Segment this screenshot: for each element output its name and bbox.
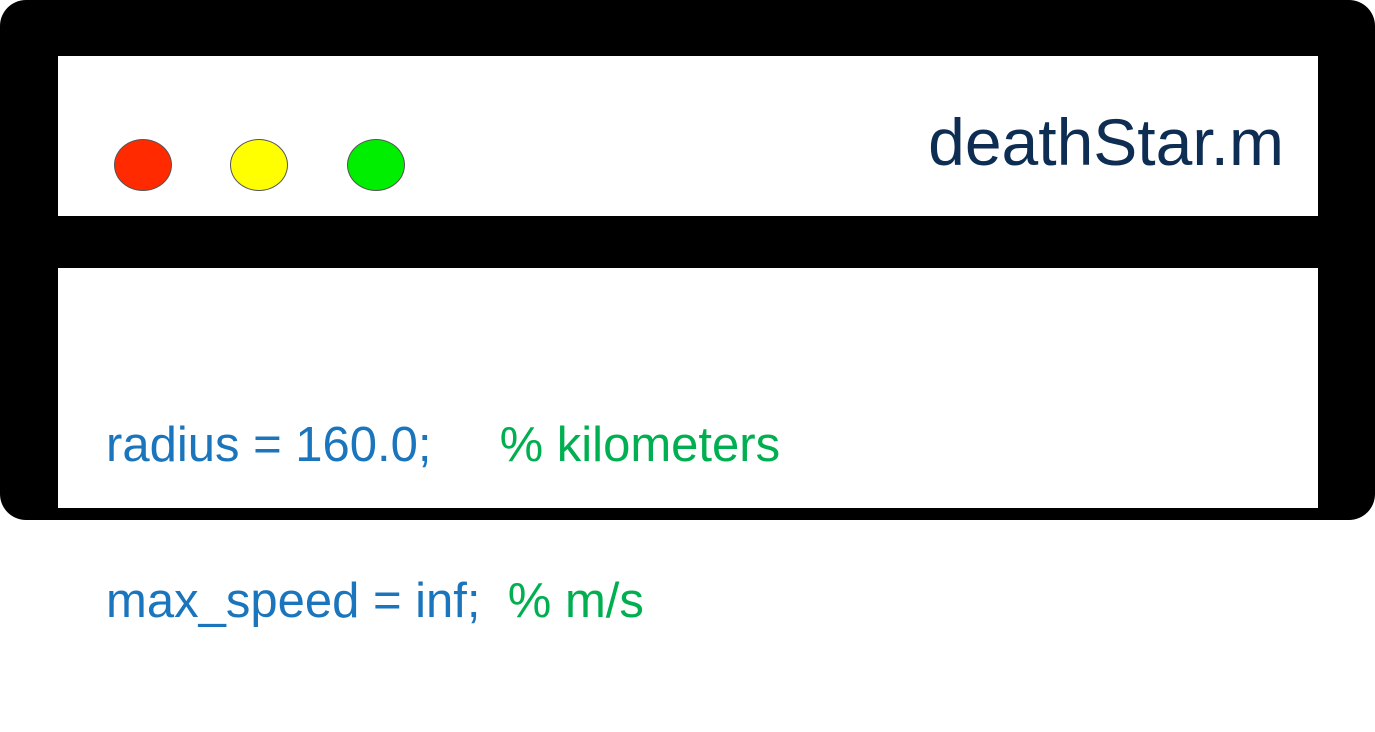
editor-window: deathStar.m radius = 160.0; % kilometers… [0,0,1375,627]
title-bar: deathStar.m [58,56,1318,216]
code-line: max_speed = inf; % m/s [106,575,780,627]
code-area[interactable]: radius = 160.0; % kilometers max_speed =… [106,315,780,731]
code-comment: % kilometers [499,418,781,472]
code-statement: max_speed = inf; [106,574,508,628]
close-button[interactable] [114,139,172,191]
window-title: deathStar.m [928,105,1284,179]
code-editor[interactable]: radius = 160.0; % kilometers max_speed =… [58,268,1318,627]
zoom-button[interactable] [347,139,405,191]
code-comment: % m/s [507,574,644,628]
code-line: radius = 160.0; % kilometers [106,419,780,471]
minimize-button[interactable] [230,139,288,191]
code-statement: radius = 160.0; [106,418,500,472]
